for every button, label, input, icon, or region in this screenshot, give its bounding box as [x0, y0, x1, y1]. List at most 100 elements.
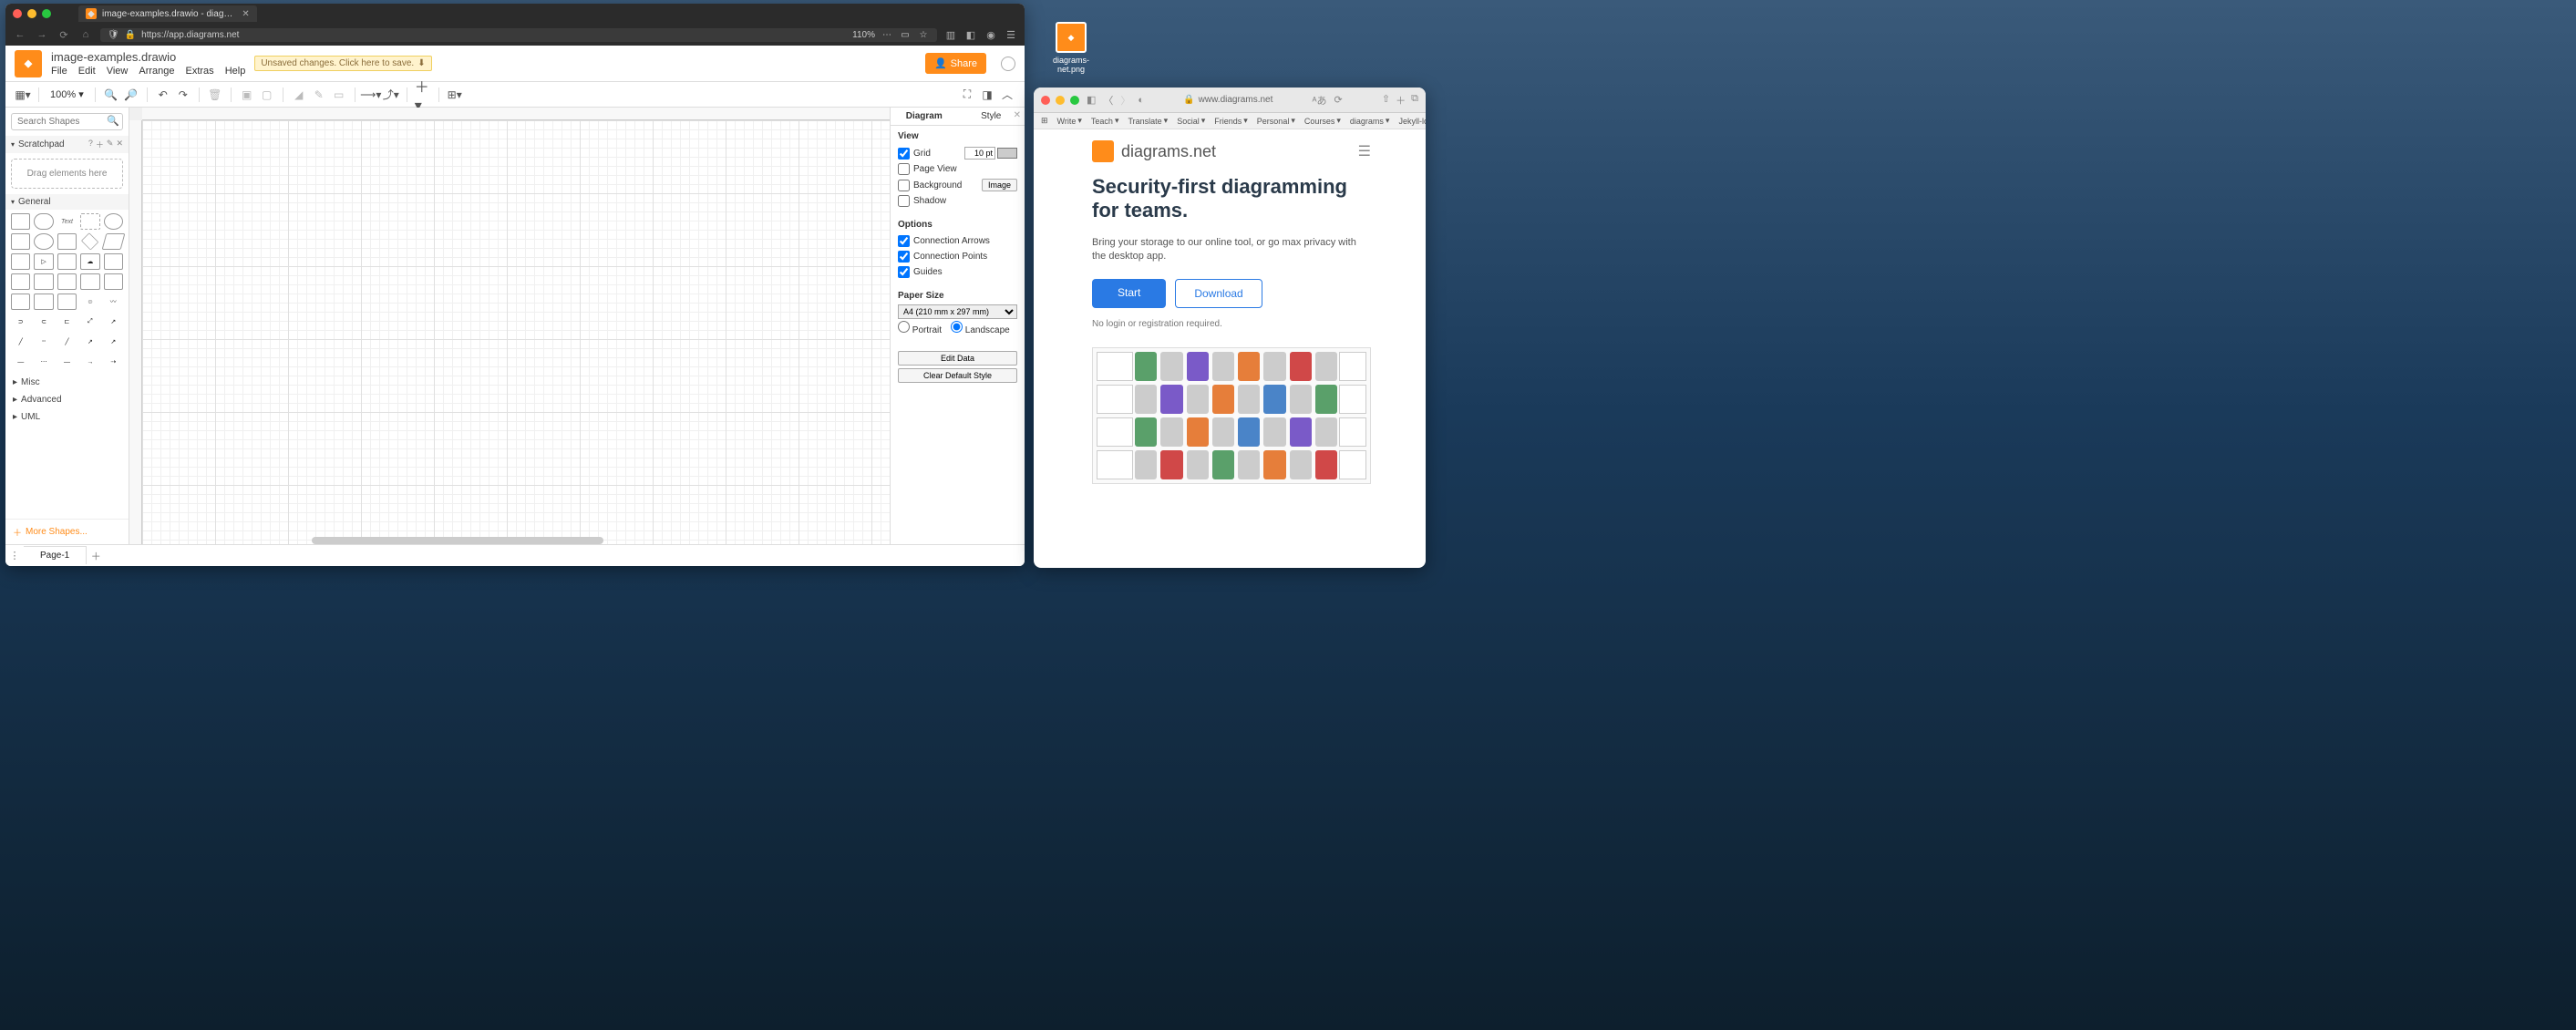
to-back-button[interactable]: ▢: [259, 87, 275, 103]
tabs-icon[interactable]: ⧉: [1411, 93, 1418, 108]
bookmark-item[interactable]: Friends ▾: [1214, 116, 1248, 126]
shape-tape[interactable]: [104, 273, 123, 290]
shape-internal-storage[interactable]: [11, 273, 30, 290]
fill-color-button[interactable]: ◢: [291, 87, 307, 103]
paper-size-select[interactable]: A4 (210 mm x 297 mm): [898, 304, 1017, 319]
background-image-button[interactable]: Image: [982, 179, 1017, 191]
shape-line-dashed-arrow[interactable]: ↗: [104, 334, 123, 350]
shape-data-store[interactable]: ⊏: [57, 314, 77, 330]
category-uml[interactable]: ▸UML: [5, 408, 129, 426]
shape-arrow[interactable]: ↗: [104, 314, 123, 330]
horizontal-scrollbar[interactable]: [312, 537, 603, 544]
scratchpad-header[interactable]: ▾ Scratchpad ? ＋ ✎ ✕: [5, 136, 129, 153]
bookmarks-grid-icon[interactable]: ⊞: [1041, 116, 1048, 126]
shape-circle[interactable]: [34, 233, 53, 250]
shape-line[interactable]: ╱: [11, 334, 30, 350]
category-misc[interactable]: ▸Misc: [5, 374, 129, 391]
category-advanced[interactable]: ▸Advanced: [5, 391, 129, 408]
maximize-window-button[interactable]: [42, 9, 51, 18]
add-icon[interactable]: ＋: [96, 139, 104, 150]
app-logo[interactable]: ◆: [15, 50, 42, 77]
tab-close-icon[interactable]: ✕: [242, 9, 249, 19]
sidebar-icon[interactable]: ◧: [1087, 94, 1096, 106]
home-button[interactable]: ⌂: [78, 29, 93, 40]
general-header[interactable]: ▾ General: [5, 194, 129, 210]
shape-line-arrow[interactable]: ↗: [80, 334, 99, 350]
forward-button[interactable]: →: [35, 29, 49, 40]
shape-connector2[interactable]: ⋯: [34, 354, 53, 370]
format-panel-toggle-icon[interactable]: ◨: [979, 87, 995, 103]
shape-connector5[interactable]: ⇢: [104, 354, 123, 370]
page-zoom[interactable]: 110%: [852, 30, 875, 40]
star-icon[interactable]: ☆: [917, 30, 930, 40]
page-view-checkbox[interactable]: [898, 163, 910, 175]
canvas-area[interactable]: [129, 108, 890, 544]
shape-square[interactable]: [11, 233, 30, 250]
edit-icon[interactable]: ✎: [107, 139, 114, 150]
browser-tab[interactable]: ◆ image-examples.drawio - diag… ✕: [78, 5, 257, 22]
bookmark-item[interactable]: Jekyll-localhost: [1398, 117, 1426, 126]
privacy-icon[interactable]: ◐: [1138, 95, 1144, 106]
start-button[interactable]: Start: [1092, 279, 1166, 308]
page-menu-button[interactable]: ⋮: [5, 550, 24, 561]
grid-size-input[interactable]: [964, 147, 995, 160]
zoom-dropdown[interactable]: 100% ▾: [46, 88, 88, 100]
tab-diagram[interactable]: Diagram: [891, 108, 958, 125]
shape-triangle[interactable]: ▷: [34, 253, 53, 270]
bookmark-item[interactable]: Personal ▾: [1257, 116, 1295, 126]
shadow-checkbox[interactable]: [898, 195, 910, 207]
new-tab-icon[interactable]: ＋: [1396, 93, 1406, 108]
shape-hexagon[interactable]: [11, 253, 30, 270]
minimize-window-button[interactable]: [27, 9, 36, 18]
document-title[interactable]: image-examples.drawio: [51, 50, 245, 64]
safari-url-bar[interactable]: 🔒 www.diagrams.net: [1183, 95, 1273, 105]
back-button[interactable]: ←: [13, 29, 27, 40]
shape-ellipse[interactable]: [104, 213, 123, 230]
delete-button[interactable]: 🗑: [207, 87, 223, 103]
add-page-button[interactable]: ＋: [87, 549, 105, 563]
shape-trapezoid[interactable]: [80, 273, 99, 290]
forward-button[interactable]: 〉: [1120, 93, 1130, 108]
view-dropdown[interactable]: ▦▾: [15, 87, 31, 103]
shape-connector1[interactable]: —: [11, 354, 30, 370]
download-button[interactable]: Download: [1175, 279, 1262, 308]
maximize-window-button[interactable]: [1070, 96, 1079, 105]
shape-bidir-arrow[interactable]: ⤢: [80, 314, 99, 330]
unsaved-banner[interactable]: Unsaved changes. Click here to save. ⬇: [254, 56, 431, 71]
conn-points-checkbox[interactable]: [898, 251, 910, 263]
menu-arrange[interactable]: Arrange: [139, 66, 174, 77]
shape-process[interactable]: [57, 233, 77, 250]
share-button[interactable]: 👤 Share: [925, 53, 986, 74]
bookmark-item[interactable]: Translate ▾: [1128, 116, 1168, 126]
desktop-file[interactable]: ◆ diagrams-net.png: [1048, 22, 1094, 74]
shape-connector4[interactable]: →: [80, 354, 99, 370]
minimize-window-button[interactable]: [1056, 96, 1065, 105]
clear-default-style-button[interactable]: Clear Default Style: [898, 368, 1017, 383]
to-front-button[interactable]: ▣: [239, 87, 255, 103]
shape-cylinder[interactable]: [57, 253, 77, 270]
connection-dropdown[interactable]: ⟶▾: [363, 87, 379, 103]
close-window-button[interactable]: [1041, 96, 1050, 105]
bookmark-item[interactable]: diagrams ▾: [1350, 116, 1390, 126]
shape-rect[interactable]: [11, 213, 30, 230]
page-tab-1[interactable]: Page-1: [24, 546, 87, 564]
menu-extras[interactable]: Extras: [186, 66, 214, 77]
canvas[interactable]: [142, 120, 890, 544]
shape-parallelogram[interactable]: [101, 233, 125, 250]
back-button[interactable]: 〈: [1103, 93, 1113, 108]
shape-and[interactable]: ⊃: [11, 314, 30, 330]
shape-rounded-rect[interactable]: [34, 213, 53, 230]
shape-curve[interactable]: 〰: [104, 294, 123, 310]
scratchpad-dropzone[interactable]: Drag elements here: [11, 159, 123, 189]
shape-document[interactable]: [104, 253, 123, 270]
zoom-out-icon[interactable]: 🔎: [123, 87, 139, 103]
fullscreen-icon[interactable]: ⛶: [959, 87, 975, 103]
share-icon[interactable]: ⇧: [1382, 93, 1390, 108]
account-icon[interactable]: ◉: [984, 29, 997, 41]
shape-callout[interactable]: [57, 294, 77, 310]
url-bar[interactable]: 🛡 🔒 https://app.diagrams.net 110% ⋯ ▭ ☆: [100, 28, 937, 42]
shape-note[interactable]: [11, 294, 30, 310]
grid-checkbox[interactable]: [898, 148, 910, 160]
portrait-radio[interactable]: Portrait: [898, 321, 942, 335]
undo-button[interactable]: ↶: [155, 87, 171, 103]
